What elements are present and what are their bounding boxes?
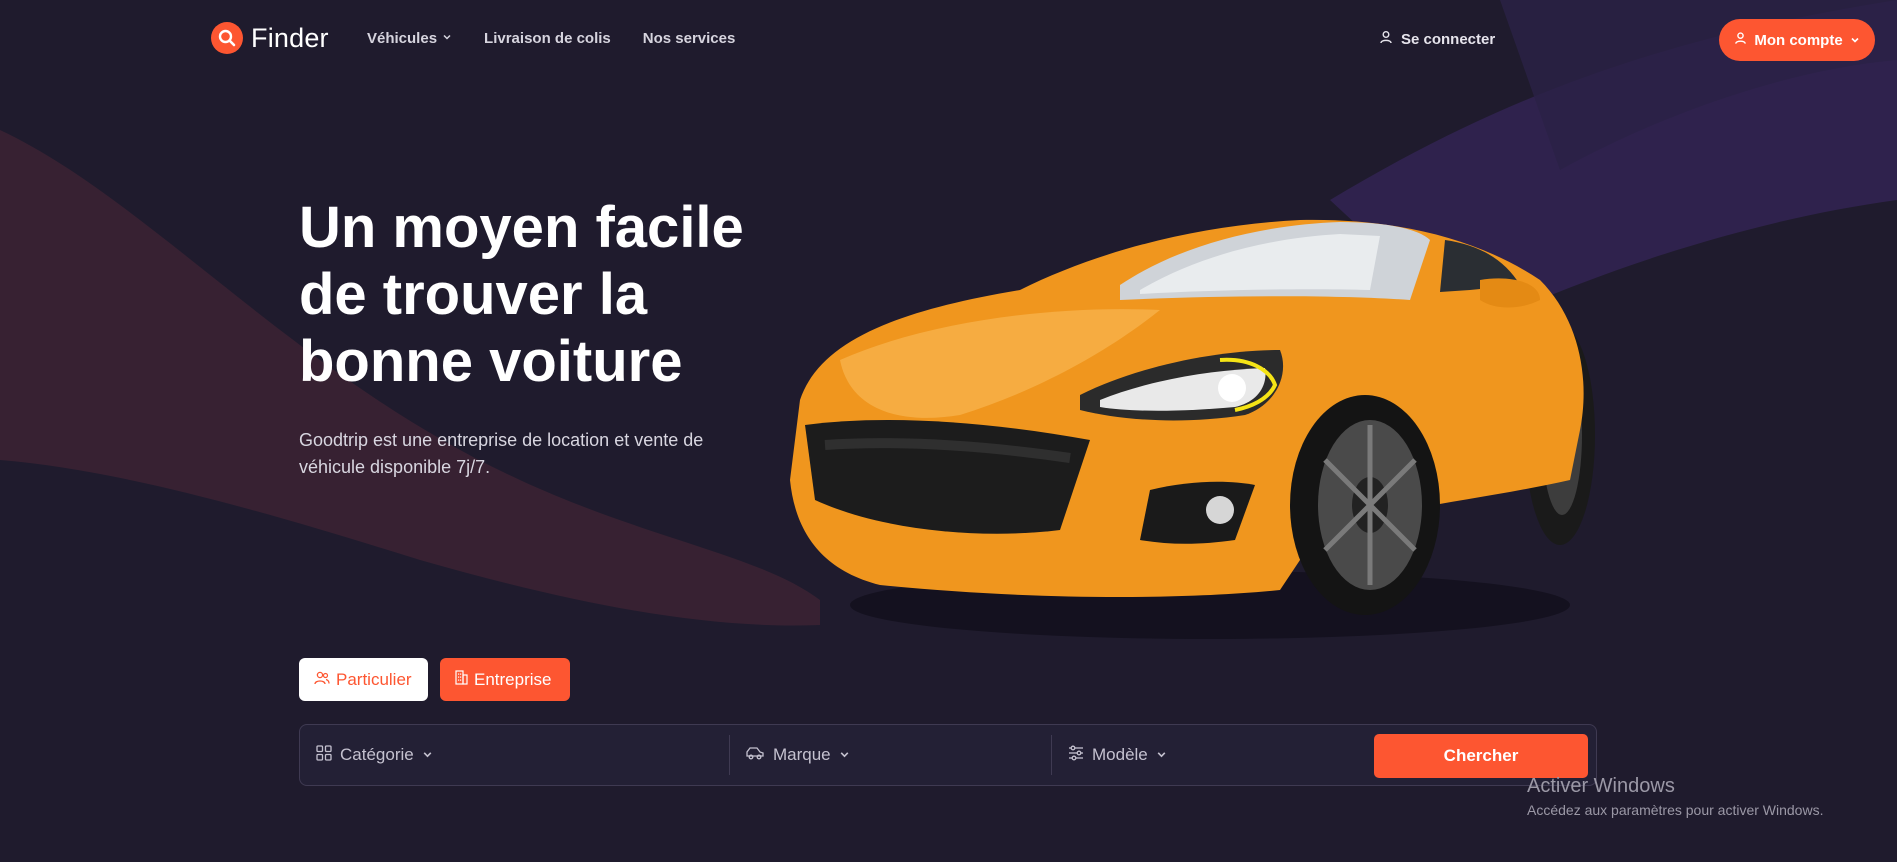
nav-item-label: Livraison de colis [484,30,611,47]
brand-select[interactable]: Marque [745,725,850,785]
login-label: Se connecter [1401,30,1496,48]
chevron-down-icon [422,745,433,765]
divider [729,735,730,775]
category-select[interactable]: Catégorie [316,725,433,785]
building-icon [455,669,468,690]
car-image [790,219,1595,639]
entreprise-button[interactable]: Entreprise [440,658,570,701]
brand-label: Marque [773,745,831,764]
hero-subtitle: Goodtrip est une entreprise de location … [299,430,704,477]
chevron-down-icon [839,745,850,765]
watermark-subtitle: Accédez aux paramètres pour activer Wind… [1527,802,1824,818]
user-icon [1379,30,1393,48]
nav-item-services[interactable]: Nos services [643,30,736,47]
brand-logo[interactable]: Finder [211,22,329,54]
brand-name: Finder [251,22,329,53]
model-select[interactable]: Modèle [1068,725,1167,785]
search-button[interactable]: Chercher [1374,734,1588,778]
chevron-down-icon [1156,745,1167,765]
header: Finder Véhicules Livraison de colis Nos … [0,0,1897,80]
users-icon [314,670,330,690]
nav-item-vehicules[interactable]: Véhicules [367,30,452,47]
login-link[interactable]: Se connecter [1379,30,1495,48]
watermark-title: Activer Windows [1527,775,1675,797]
chevron-down-icon [442,32,452,45]
model-label: Modèle [1092,745,1148,764]
nav-item-label: Véhicules [367,30,438,47]
entreprise-label: Entreprise [474,669,552,689]
main-nav: Véhicules Livraison de colis Nos service… [367,30,735,47]
particulier-button[interactable]: Particulier [299,658,428,701]
search-bar: Catégorie Marque Modèle Chercher [299,724,1597,786]
grid-icon [316,744,332,766]
search-icon [211,22,243,54]
sliders-icon [1068,745,1084,766]
nav-item-label: Nos services [642,30,736,47]
particulier-label: Particulier [336,669,412,689]
nav-item-livraison[interactable]: Livraison de colis [484,30,611,47]
hero-title: Un moyen facile de trouver la bonne voit… [299,195,744,394]
account-button[interactable]: Mon compte [1719,19,1875,61]
car-icon [745,745,765,765]
divider [1051,735,1052,775]
user-icon [1734,31,1747,49]
windows-activation-watermark: Activer Windows Accédez aux paramètres p… [1527,775,1823,818]
account-label: Mon compte [1754,31,1843,49]
chevron-down-icon [1850,32,1860,49]
category-label: Catégorie [340,745,414,764]
